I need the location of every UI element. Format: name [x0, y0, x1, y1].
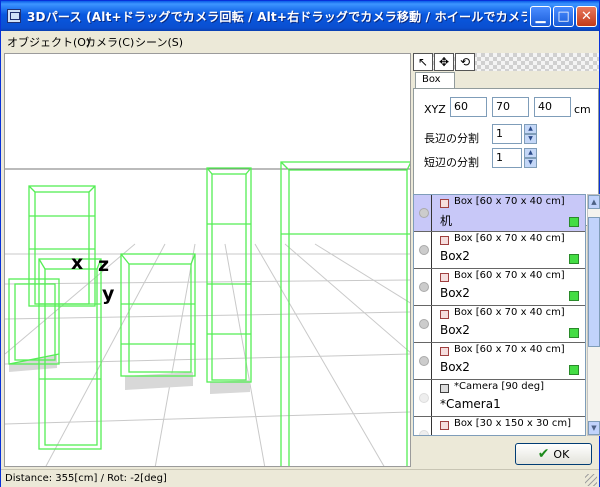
object-type: Box [60 x 70 x 40 cm] [454, 233, 565, 244]
visible-checkbox[interactable] [569, 291, 579, 301]
window-title: 3Dパース (Alt+ドラッグでカメラ回転 / Alt+右ドラッグでカメラ移動 … [27, 10, 527, 24]
object-type: Box [60 x 70 x 40 cm] [454, 196, 565, 207]
object-name: *Camera1 [440, 397, 501, 411]
box-icon [440, 310, 449, 319]
box-icon [440, 421, 449, 430]
axis-label-x: x [71, 252, 84, 274]
object-name: Box2 [440, 323, 470, 337]
visibility-radio[interactable] [419, 430, 429, 435]
move-icon[interactable]: ✥ [434, 53, 454, 71]
object-type: Box [60 x 70 x 40 cm] [454, 270, 565, 281]
visible-checkbox[interactable] [569, 328, 579, 338]
spin-up-icon[interactable]: ▲ [524, 148, 537, 158]
object-row[interactable]: Box [60 x 70 x 40 cm] Box2 [414, 232, 585, 269]
object-row[interactable]: Box [60 x 70 x 40 cm] Box2 [414, 343, 585, 380]
axis-label-y: y [102, 283, 115, 305]
scroll-up-icon[interactable]: ▲ [588, 195, 600, 209]
status-bar: Distance: 355[cm] / Rot: -2[deg] [1, 469, 599, 487]
object-name: 机 [440, 214, 453, 228]
right-panel: ↖ ✥ ⟲ Box XYZ 60 70 40 cm 長辺の分割 1 ▲ ▼ 短辺… [413, 53, 600, 465]
size-y-field[interactable]: 70 [492, 97, 529, 117]
object-list[interactable]: Box [60 x 70 x 40 cm] 机 Box [60 x 70 x 4… [413, 194, 586, 436]
object-name: Box2 [440, 360, 470, 374]
object-row[interactable]: Box [30 x 150 x 30 cm] [414, 417, 585, 435]
rotate-icon[interactable]: ⟲ [455, 53, 475, 71]
visibility-radio[interactable] [419, 319, 429, 329]
menu-bar: オブジェクト(O) カメラ(C) シーン(S) [1, 31, 599, 51]
visible-checkbox[interactable] [569, 254, 579, 264]
visibility-radio[interactable] [419, 393, 429, 403]
maximize-button[interactable]: □ [553, 6, 574, 27]
long-div-field[interactable]: 1 [492, 124, 522, 144]
app-icon [7, 9, 21, 23]
spin-down-icon[interactable]: ▼ [524, 158, 537, 168]
object-row[interactable]: Box [60 x 70 x 40 cm] Box2 [414, 306, 585, 343]
checkmark-icon: ✔ [537, 446, 550, 462]
scroll-thumb[interactable] [588, 217, 600, 347]
object-row[interactable]: Box [60 x 70 x 40 cm] 机 [414, 195, 585, 232]
menu-camera[interactable]: カメラ(C) [85, 34, 134, 50]
box-icon [440, 273, 449, 282]
title-bar[interactable]: 3Dパース (Alt+ドラッグでカメラ回転 / Alt+右ドラッグでカメラ移動 … [1, 1, 599, 31]
object-row-body: Box [60 x 70 x 40 cm] Box2 [431, 306, 585, 342]
short-div-label: 短辺の分割 [424, 156, 479, 169]
short-div-spinner[interactable]: ▲ ▼ [524, 148, 537, 168]
menu-object[interactable]: オブジェクト(O) [7, 34, 90, 50]
axis-label-z: z [98, 254, 110, 276]
3d-viewport[interactable]: x z y [4, 53, 411, 467]
tool-strip: ↖ ✥ ⟲ [413, 53, 599, 71]
object-row[interactable]: *Camera [90 deg] *Camera1 [414, 380, 585, 417]
short-div-field[interactable]: 1 [492, 148, 522, 168]
resize-grip-icon[interactable] [585, 474, 597, 486]
ok-label: OK [553, 448, 570, 461]
visibility-radio[interactable] [419, 208, 429, 218]
object-row-body: Box [60 x 70 x 40 cm] Box2 [431, 269, 585, 305]
visible-checkbox[interactable] [569, 365, 579, 375]
size-x-field[interactable]: 60 [450, 97, 487, 117]
object-row-body: Box [60 x 70 x 40 cm] Box2 [431, 343, 585, 379]
object-list-scrollbar[interactable]: ▲ ▼ [587, 194, 600, 436]
tab-box[interactable]: Box [415, 72, 455, 88]
ok-button[interactable]: ✔ OK [515, 443, 592, 465]
minimize-button[interactable]: ▁ [530, 6, 551, 27]
object-type: *Camera [90 deg] [454, 381, 544, 392]
visibility-radio[interactable] [419, 356, 429, 366]
visibility-radio[interactable] [419, 245, 429, 255]
object-row-body: Box [60 x 70 x 40 cm] Box2 [431, 232, 585, 268]
object-row-body: *Camera [90 deg] *Camera1 [431, 380, 585, 416]
box-icon [440, 199, 449, 208]
select-arrow-icon[interactable]: ↖ [413, 53, 433, 71]
close-button[interactable]: ✕ [576, 6, 597, 27]
scene-render [5, 161, 410, 466]
visibility-radio[interactable] [419, 282, 429, 292]
xyz-label: XYZ [424, 103, 446, 116]
app-window: 3Dパース (Alt+ドラッグでカメラ回転 / Alt+右ドラッグでカメラ移動 … [0, 0, 600, 487]
object-row-body: Box [30 x 150 x 30 cm] [431, 417, 585, 435]
long-div-spinner[interactable]: ▲ ▼ [524, 124, 537, 144]
long-div-label: 長辺の分割 [424, 132, 479, 145]
spin-down-icon[interactable]: ▼ [524, 134, 537, 144]
visible-checkbox[interactable] [569, 217, 579, 227]
menu-scene[interactable]: シーン(S) [135, 34, 183, 50]
object-type: Box [60 x 70 x 40 cm] [454, 307, 565, 318]
status-text: Distance: 355[cm] / Rot: -2[deg] [5, 473, 167, 484]
box-icon [440, 347, 449, 356]
box-icon [440, 236, 449, 245]
scroll-down-icon[interactable]: ▼ [588, 421, 600, 435]
object-row-body: Box [60 x 70 x 40 cm] 机 [431, 195, 585, 231]
object-name: Box2 [440, 249, 470, 263]
camera-icon [440, 384, 449, 393]
object-type: Box [30 x 150 x 30 cm] [454, 418, 572, 429]
size-z-field[interactable]: 40 [534, 97, 571, 117]
object-row[interactable]: Box [60 x 70 x 40 cm] Box2 [414, 269, 585, 306]
unit-label: cm [574, 103, 591, 116]
object-name: Box2 [440, 286, 470, 300]
spin-up-icon[interactable]: ▲ [524, 124, 537, 134]
object-type: Box [60 x 70 x 40 cm] [454, 344, 565, 355]
